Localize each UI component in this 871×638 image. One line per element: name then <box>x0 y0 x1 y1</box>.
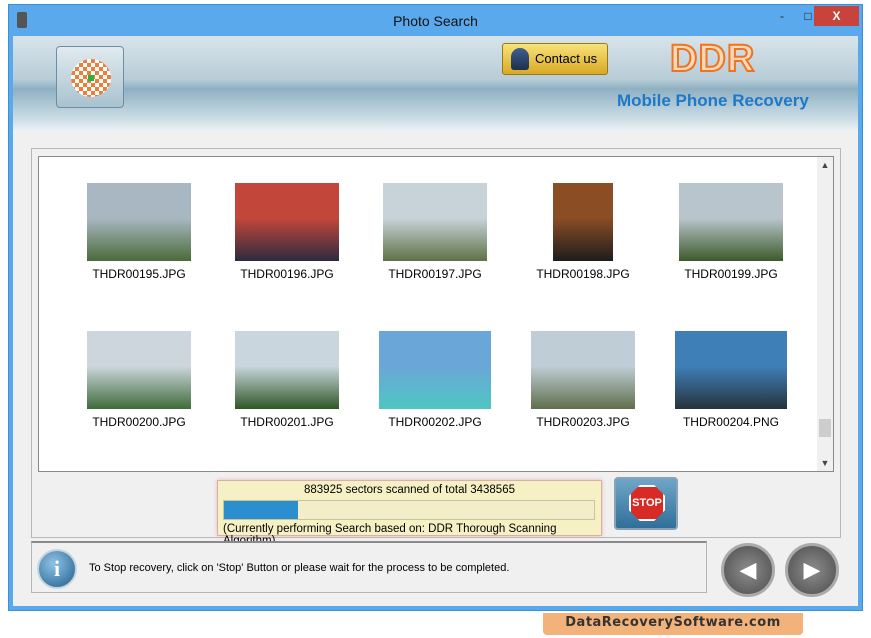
photo-filename: THDR00199.JPG <box>684 267 778 281</box>
progress-bar <box>223 500 595 520</box>
arrow-left-icon: ◀ <box>739 557 757 582</box>
photo-gallery: ▲ ▼ THDR00195.JPG THDR00196.JPG THDR00197.… <box>38 156 834 472</box>
photo-thumbnail[interactable] <box>87 331 191 409</box>
app-logo <box>56 46 124 108</box>
contact-label: Contact us <box>535 51 598 66</box>
minimize-button[interactable]: - <box>769 6 795 26</box>
photo-filename: THDR00204.PNG <box>682 415 780 429</box>
photo-item[interactable]: THDR00196.JPG <box>222 183 352 281</box>
progress-panel: 883925 sectors scanned of total 3438565 … <box>217 480 602 547</box>
photo-item[interactable]: THDR00204.PNG <box>666 331 796 429</box>
app-window: Photo Search - □ X Contact us DDR Mobile… <box>8 4 863 611</box>
photo-filename: THDR00198.JPG <box>536 267 630 281</box>
product-name: Mobile Phone Recovery <box>617 91 809 110</box>
photo-item[interactable]: THDR00202.JPG <box>370 331 500 429</box>
photo-thumbnail[interactable] <box>379 331 491 409</box>
photo-thumbnail[interactable] <box>235 183 339 261</box>
title-bar: Photo Search - □ X <box>9 5 862 36</box>
photo-item[interactable]: THDR00195.JPG <box>74 183 204 281</box>
header-banner: Contact us DDR Mobile Phone Recovery <box>13 36 858 132</box>
stop-button[interactable]: STOP <box>614 477 678 530</box>
photo-item[interactable]: THDR00199.JPG <box>666 183 796 281</box>
close-button[interactable]: X <box>814 6 859 26</box>
photo-thumbnail[interactable] <box>383 183 487 261</box>
brand-logo: DDR <box>669 37 756 81</box>
photo-thumbnail[interactable] <box>235 331 339 409</box>
client-area: Contact us DDR Mobile Phone Recovery ▲ ▼… <box>13 36 858 606</box>
photo-thumbnail[interactable] <box>87 183 191 261</box>
photo-item[interactable]: THDR00201.JPG <box>222 331 352 429</box>
back-button[interactable]: ◀ <box>721 543 775 597</box>
info-bar: i To Stop recovery, click on 'Stop' Butt… <box>31 541 707 593</box>
person-icon <box>511 48 529 70</box>
stop-sign-icon: STOP <box>629 485 665 521</box>
window-title: Photo Search <box>393 13 478 29</box>
scroll-down-icon[interactable]: ▼ <box>817 455 833 471</box>
photo-filename: THDR00203.JPG <box>536 415 630 429</box>
vertical-scrollbar[interactable]: ▲ ▼ <box>817 157 833 471</box>
photo-item[interactable]: THDR00198.JPG <box>518 183 648 281</box>
photo-thumbnail[interactable] <box>531 331 635 409</box>
progress-fill <box>224 501 298 519</box>
next-button[interactable]: ▶ <box>785 543 839 597</box>
contact-us-button[interactable]: Contact us <box>502 43 608 75</box>
website-banner[interactable]: DataRecoverySoftware.com <box>543 613 803 635</box>
photo-filename: THDR00202.JPG <box>388 415 482 429</box>
logo-dot <box>88 75 94 81</box>
photo-thumbnail[interactable] <box>553 183 613 261</box>
photo-filename: THDR00201.JPG <box>240 415 334 429</box>
arrow-right-icon: ▶ <box>803 557 821 582</box>
photo-filename: THDR00197.JPG <box>388 267 482 281</box>
sectors-status: 883925 sectors scanned of total 3438565 <box>304 484 515 496</box>
photo-item[interactable]: THDR00197.JPG <box>370 183 500 281</box>
photo-item[interactable]: THDR00200.JPG <box>74 331 204 429</box>
photo-filename: THDR00195.JPG <box>92 267 186 281</box>
scroll-thumb[interactable] <box>819 419 831 437</box>
info-icon: i <box>37 549 77 589</box>
scroll-up-icon[interactable]: ▲ <box>817 157 833 173</box>
photo-thumbnail[interactable] <box>675 331 787 409</box>
photo-item[interactable]: THDR00203.JPG <box>518 331 648 429</box>
photo-filename: THDR00196.JPG <box>240 267 334 281</box>
info-message: To Stop recovery, click on 'Stop' Button… <box>89 562 510 574</box>
photo-thumbnail[interactable] <box>679 183 783 261</box>
photo-filename: THDR00200.JPG <box>92 415 186 429</box>
